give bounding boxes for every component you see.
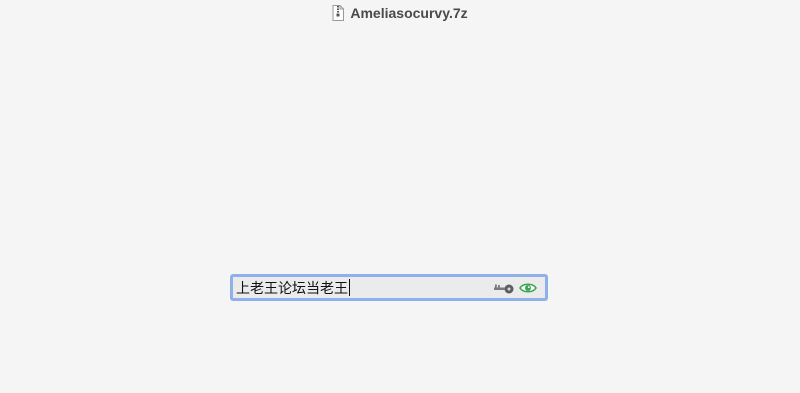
archive-password-dialog: Ameliasocurvy.7z 上老王论坛当老王	[0, 0, 800, 393]
password-input-value[interactable]: 上老王论坛当老王	[236, 278, 348, 298]
archive-file-icon	[332, 5, 345, 21]
title-bar: Ameliasocurvy.7z	[0, 0, 800, 26]
key-icon[interactable]	[492, 277, 516, 298]
password-field[interactable]: 上老王论坛当老王	[230, 274, 548, 301]
text-caret	[349, 279, 350, 296]
eye-icon[interactable]	[517, 277, 539, 298]
window-title: Ameliasocurvy.7z	[350, 5, 468, 21]
